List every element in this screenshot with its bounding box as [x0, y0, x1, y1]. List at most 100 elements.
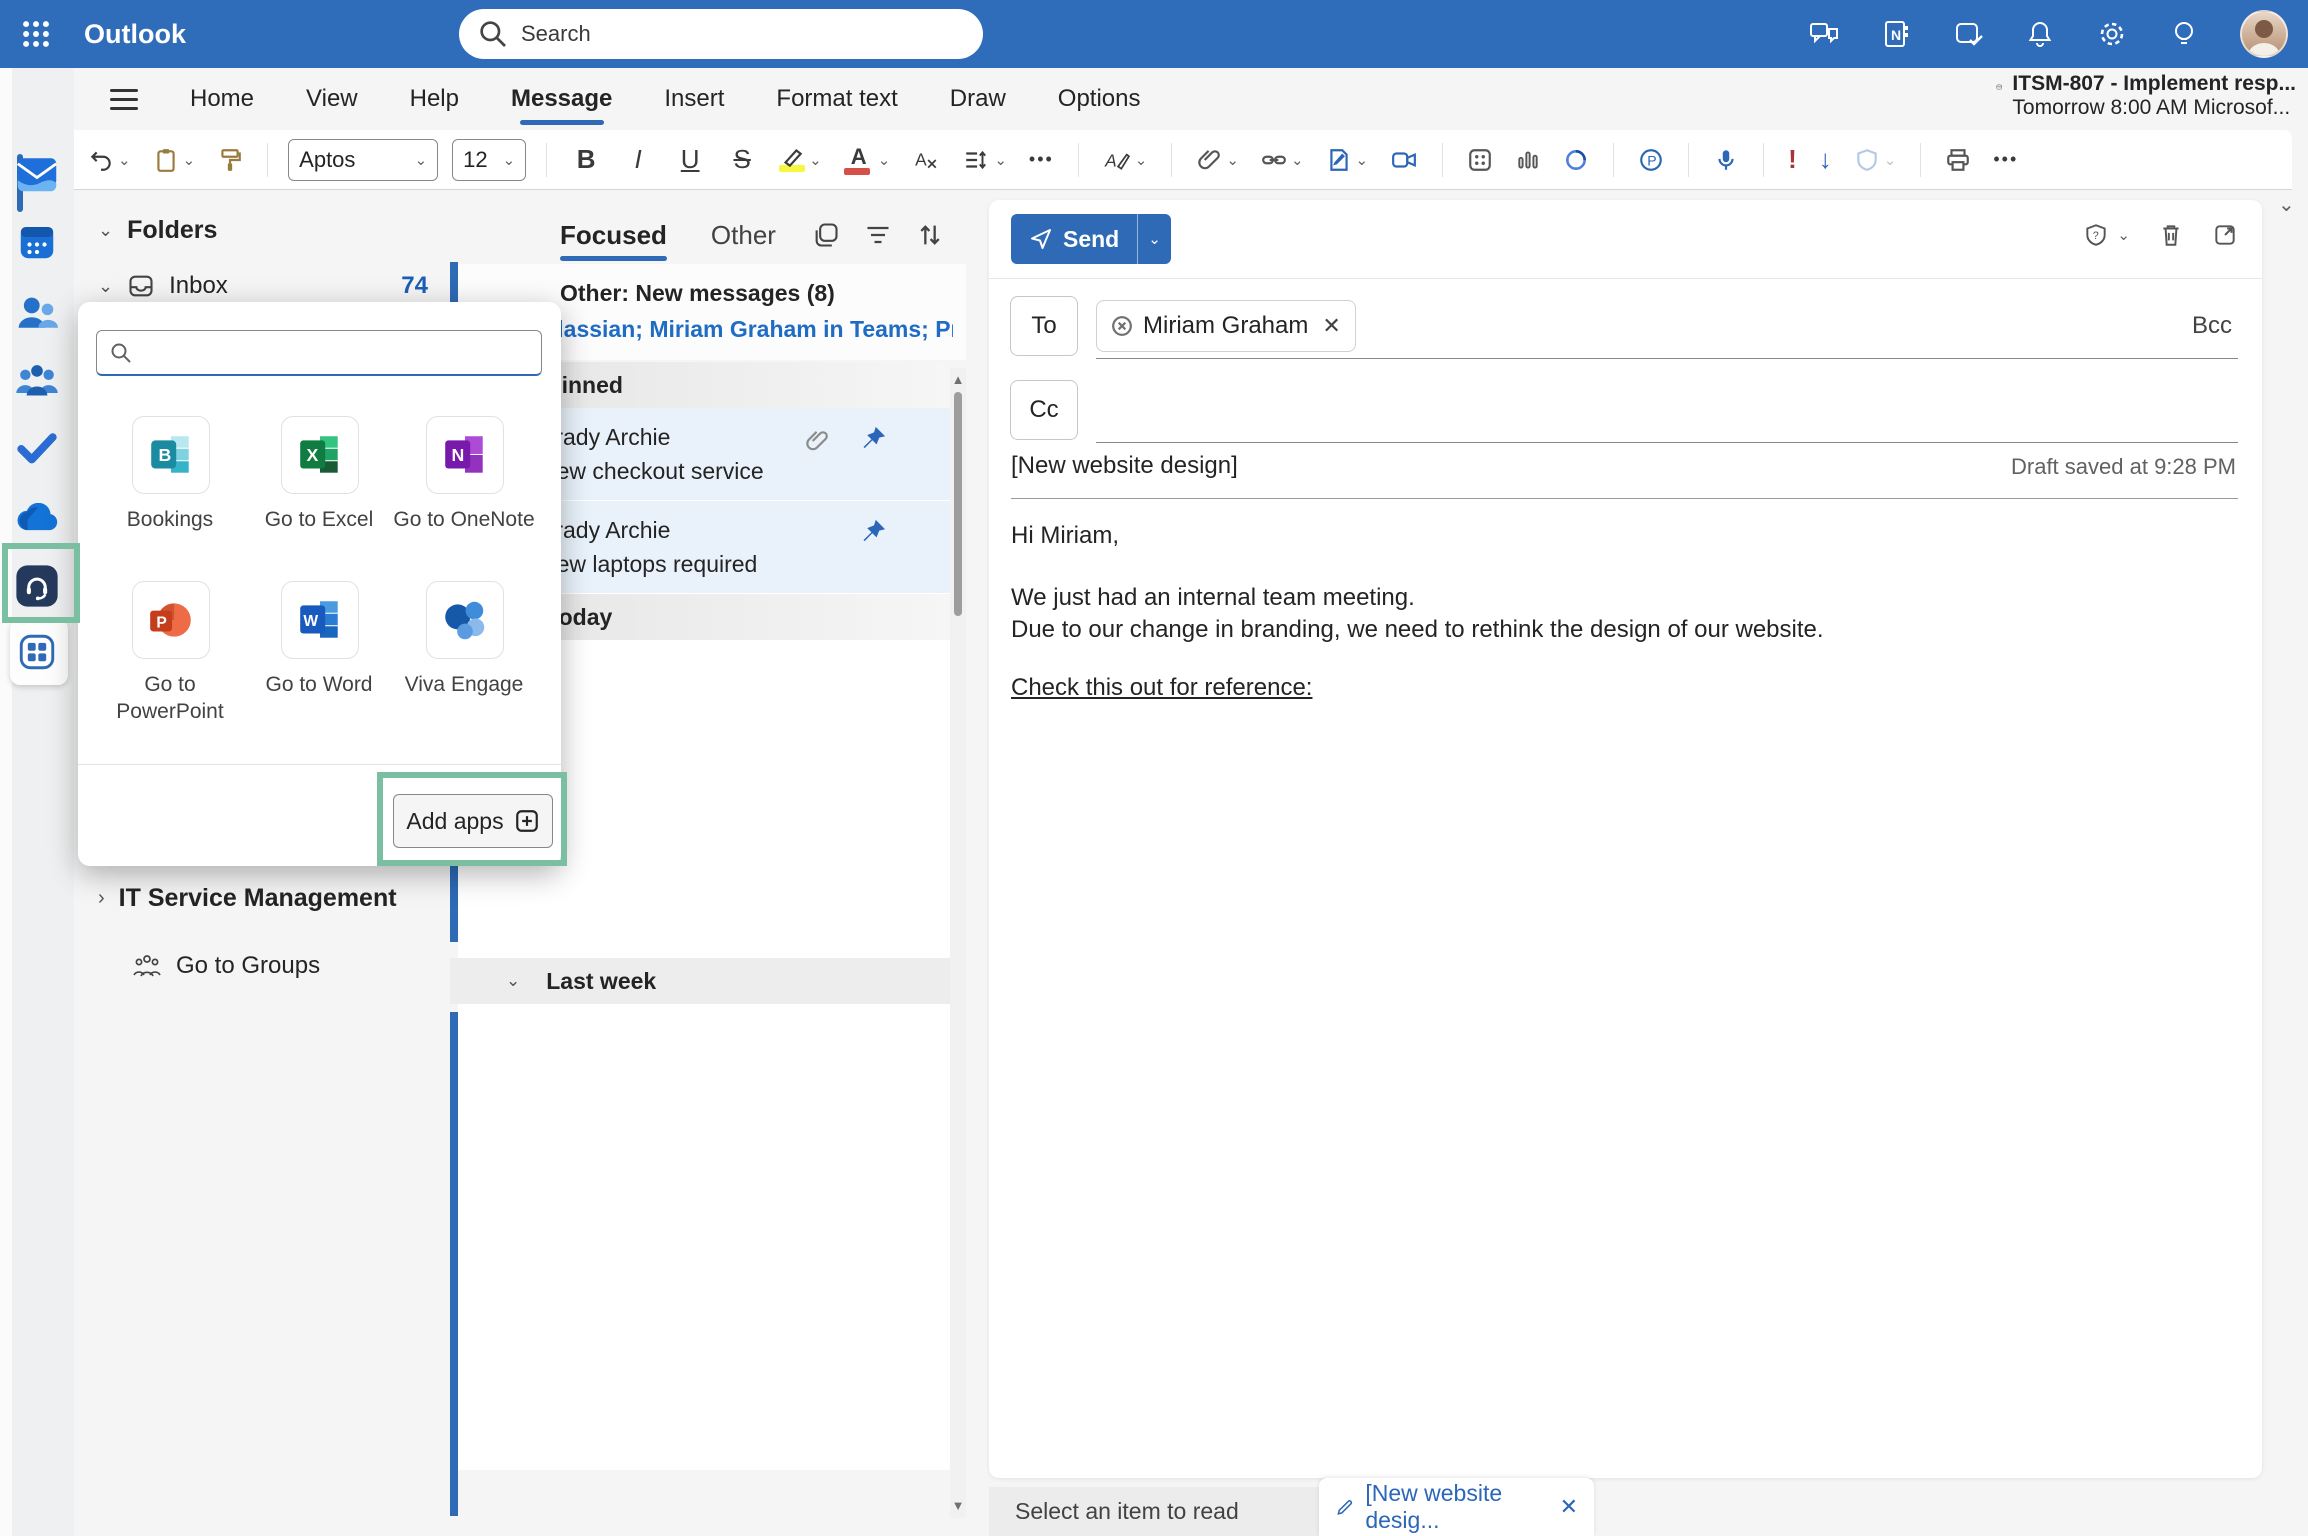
section-header-last-week[interactable]: ⌄ Last week [450, 958, 950, 1004]
pen-styles-button[interactable]: A ⌄ [1099, 143, 1152, 177]
rail-calendar-icon[interactable] [17, 222, 57, 262]
app-tile-word[interactable]: W [281, 581, 359, 659]
body-line[interactable]: Check this out for reference: [1011, 674, 1312, 702]
more-options-button[interactable]: ••• [1989, 145, 2022, 174]
poll-button[interactable] [1511, 143, 1545, 177]
app-tile-bookings[interactable]: B [132, 416, 210, 494]
tab-other[interactable]: Other [711, 220, 776, 251]
recipient-chip[interactable]: Miriam Graham ✕ [1096, 300, 1356, 352]
italic-button[interactable]: I [619, 140, 657, 179]
discard-trash-icon[interactable] [2158, 222, 2184, 248]
rail-todo-icon[interactable] [16, 432, 58, 466]
svg-text:N: N [1891, 27, 1901, 43]
search-input[interactable]: Search [459, 9, 983, 59]
tab-view[interactable]: View [306, 85, 358, 113]
reading-pane-tab[interactable]: Select an item to read [989, 1487, 1319, 1536]
more-formatting-button[interactable]: ••• [1025, 145, 1058, 174]
open-in-new-window-icon[interactable] [2212, 222, 2238, 248]
teams-chat-icon[interactable] [1808, 18, 1840, 50]
app-tile-viva-engage[interactable] [426, 581, 504, 659]
folder-pane-toggle-icon[interactable] [110, 89, 138, 110]
pin-icon[interactable] [860, 517, 888, 545]
send-button[interactable]: Send ⌄ [1011, 214, 1171, 264]
strikethrough-button[interactable]: S [723, 140, 761, 179]
high-importance-button[interactable]: ! [1784, 140, 1801, 179]
sidebar-item-go-to-groups[interactable]: Go to Groups [132, 952, 320, 980]
message-options-button[interactable]: ? ⌄ [2083, 222, 2130, 248]
apps-search-input[interactable] [96, 330, 542, 376]
rail-mail-icon[interactable] [15, 152, 59, 192]
svg-text:W: W [303, 613, 318, 630]
scroll-up-icon[interactable]: ▲ [951, 372, 965, 387]
low-importance-button[interactable]: ↓ [1815, 140, 1836, 179]
rail-onedrive-icon[interactable] [14, 503, 60, 533]
highlight-color-button[interactable]: ⌄ [775, 143, 826, 176]
dictate-button[interactable] [1709, 143, 1743, 177]
tab-message[interactable]: Message [511, 85, 612, 113]
todo-tasks-icon[interactable] [1952, 18, 1984, 50]
to-button[interactable]: To [1010, 296, 1078, 356]
send-options-chevron[interactable]: ⌄ [1137, 214, 1171, 264]
sort-icon[interactable] [916, 221, 944, 249]
clear-formatting-button[interactable]: A [908, 143, 944, 177]
tab-insert[interactable]: Insert [664, 85, 724, 113]
format-painter-button[interactable] [213, 143, 247, 177]
tab-focused[interactable]: Focused [560, 220, 667, 251]
mail-subject: New laptops required [540, 551, 757, 578]
bold-button[interactable]: B [567, 140, 605, 179]
editor-button[interactable]: P [1634, 143, 1668, 177]
bcc-button[interactable]: Bcc [2192, 312, 2232, 340]
app-rail [0, 68, 74, 1536]
sidebar-item-inbox[interactable]: ⌄ Inbox 74 [98, 272, 428, 300]
cc-button[interactable]: Cc [1010, 380, 1078, 440]
app-launcher-icon[interactable] [16, 14, 56, 54]
close-draft-tab-icon[interactable]: ✕ [1560, 1494, 1578, 1520]
pin-icon[interactable] [860, 424, 888, 452]
tips-lightbulb-icon[interactable] [2168, 18, 2200, 50]
sidebar-item-it-service-management[interactable]: › IT Service Management [98, 884, 397, 913]
font-color-button[interactable]: A ⌄ [840, 140, 895, 179]
apps-button[interactable] [1463, 143, 1497, 177]
notifications-bell-icon[interactable] [2024, 18, 2056, 50]
scroll-down-icon[interactable]: ▼ [951, 1498, 965, 1513]
rail-people-icon[interactable] [16, 293, 58, 331]
body-line[interactable]: Due to our change in branding, we need t… [1011, 616, 1824, 644]
onenote-icon[interactable]: N [1880, 18, 1912, 50]
tab-home[interactable]: Home [190, 85, 254, 113]
tab-options[interactable]: Options [1058, 85, 1141, 113]
rail-more-apps-icon[interactable] [16, 631, 58, 673]
rail-groups-icon[interactable] [15, 361, 59, 399]
font-name-select[interactable]: Aptos ⌄ [288, 139, 438, 181]
app-tile-powerpoint[interactable]: P [132, 581, 210, 659]
sensitivity-button[interactable]: ⌄ [1850, 143, 1901, 177]
list-scrollbar-thumb[interactable] [954, 392, 962, 616]
tab-format-text[interactable]: Format text [776, 85, 897, 113]
app-tile-onenote[interactable]: N [426, 416, 504, 494]
settings-gear-icon[interactable] [2096, 18, 2128, 50]
draft-tab[interactable]: [New website desig... ✕ [1319, 1478, 1594, 1536]
signature-button[interactable]: ⌄ [1322, 143, 1373, 177]
body-line[interactable]: We just had an internal team meeting. [1011, 584, 1415, 612]
user-avatar[interactable] [2240, 10, 2288, 58]
filter-icon[interactable] [864, 221, 892, 249]
collapse-ribbon-chevron-icon[interactable]: ⌄ [2278, 192, 2295, 217]
tab-help[interactable]: Help [410, 85, 459, 113]
app-tile-excel[interactable]: X [281, 416, 359, 494]
font-size-select[interactable]: 12 ⌄ [452, 139, 526, 181]
body-line[interactable]: Hi Miriam, [1011, 522, 1119, 550]
teams-meeting-button[interactable] [1386, 143, 1422, 177]
print-button[interactable] [1941, 143, 1975, 177]
line-spacing-button[interactable]: ⌄ [958, 143, 1011, 177]
tab-draw[interactable]: Draw [950, 85, 1006, 113]
folders-header[interactable]: ⌄ Folders [98, 216, 217, 245]
remove-recipient-icon[interactable]: ✕ [1322, 313, 1340, 339]
meeting-reminder[interactable]: ITSM-807 - Implement resp... Tomorrow 8:… [1996, 72, 2296, 120]
undo-button[interactable]: ⌄ [84, 143, 135, 177]
loop-component-button[interactable] [1559, 143, 1593, 177]
underline-button[interactable]: U [671, 140, 709, 179]
paste-button[interactable]: ⌄ [149, 143, 200, 177]
insert-link-button[interactable]: ⌄ [1257, 143, 1308, 177]
attach-file-button[interactable]: ⌄ [1192, 143, 1243, 177]
subject-input[interactable]: [New website design] [1011, 452, 1238, 480]
select-messages-icon[interactable] [812, 221, 840, 249]
